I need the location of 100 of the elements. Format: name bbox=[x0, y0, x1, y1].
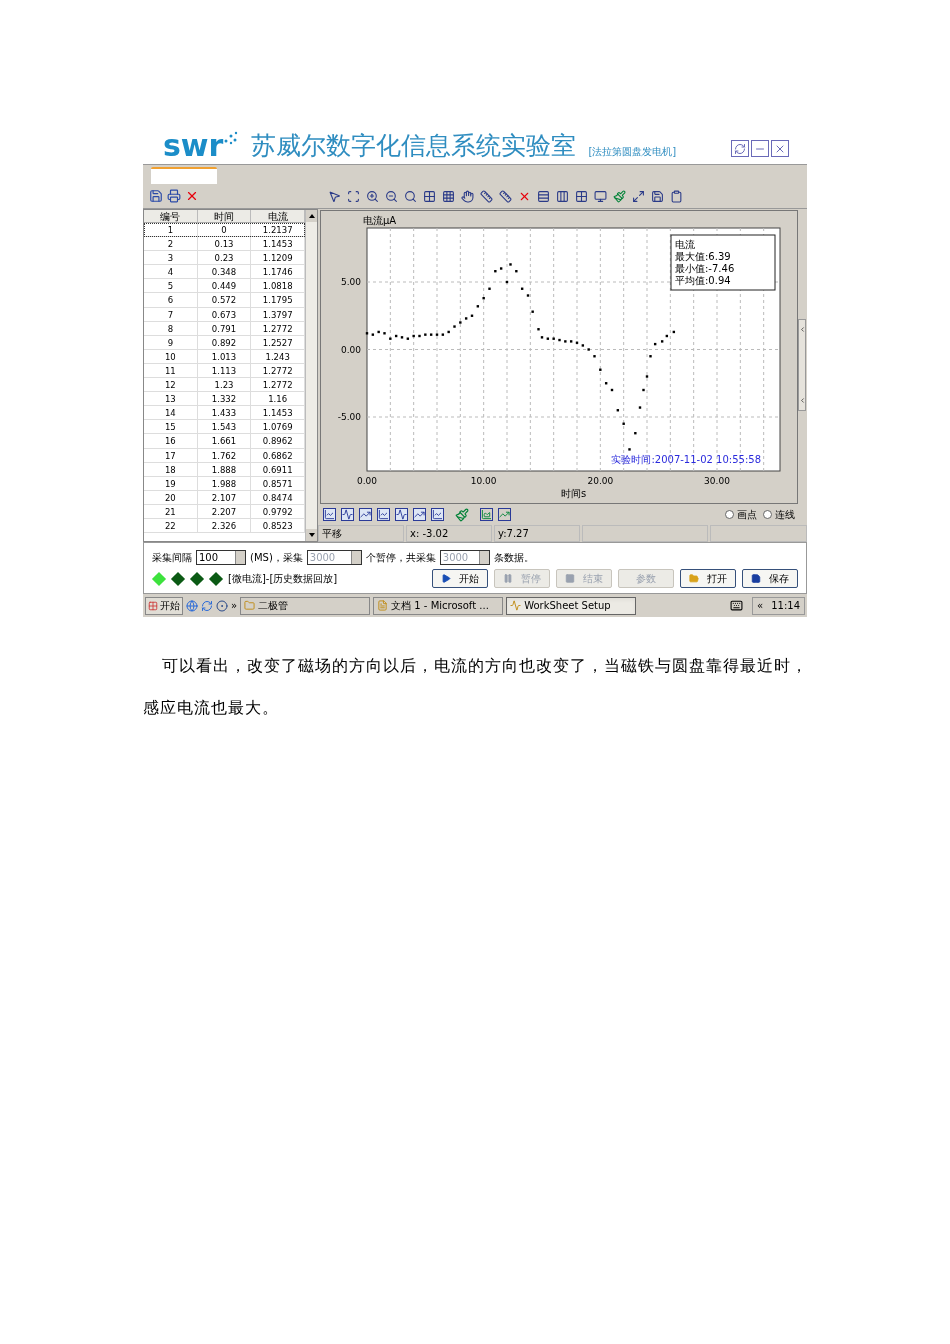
window-icon[interactable] bbox=[632, 189, 645, 203]
data-point bbox=[441, 333, 445, 336]
more-button[interactable]: » bbox=[231, 598, 238, 613]
hand-icon[interactable] bbox=[461, 189, 474, 203]
table-row[interactable]: 17 1.762 0.6862 bbox=[144, 448, 305, 463]
legend-text: 最小值:-7.46 bbox=[675, 263, 735, 274]
x-tick-label: 10.00 bbox=[470, 476, 497, 486]
table-row[interactable]: 12 1.23 1.2772 bbox=[144, 378, 305, 393]
save-icon[interactable] bbox=[149, 189, 163, 203]
toolbar-button[interactable]: 打开 bbox=[680, 569, 736, 588]
table-row[interactable]: 3 0.23 1.1209 bbox=[144, 251, 305, 266]
chart-style-icon[interactable] bbox=[341, 508, 354, 521]
splitter-handle[interactable] bbox=[798, 319, 806, 411]
refresh-icon[interactable] bbox=[201, 599, 213, 612]
table-row[interactable]: 5 0.449 1.0818 bbox=[144, 279, 305, 294]
chart-style-icon[interactable] bbox=[395, 508, 408, 521]
interval-field[interactable]: 100 bbox=[196, 549, 246, 565]
table-row[interactable]: 6 0.572 1.1795 bbox=[144, 293, 305, 308]
restore-button[interactable] bbox=[731, 140, 749, 157]
toolbar-button[interactable]: 开始 bbox=[432, 569, 488, 588]
columns-icon[interactable] bbox=[556, 189, 569, 203]
table-cell: 17 bbox=[144, 448, 198, 462]
table-cell: 0.673 bbox=[197, 307, 252, 321]
grid-icon[interactable] bbox=[423, 189, 436, 203]
table-row[interactable]: 16 1.661 0.8962 bbox=[144, 434, 305, 449]
tray-expand-button[interactable]: « bbox=[757, 598, 764, 613]
save-icon[interactable] bbox=[651, 189, 664, 203]
app-icon bbox=[510, 600, 522, 611]
keyboard-icon[interactable] bbox=[730, 599, 744, 612]
table-row[interactable]: 18 1.888 0.6911 bbox=[144, 462, 305, 477]
media-icon[interactable] bbox=[216, 599, 228, 612]
table-row[interactable]: 1 0 1.2137 bbox=[144, 223, 305, 238]
ruler-icon[interactable] bbox=[480, 189, 493, 203]
screen-icon[interactable] bbox=[594, 189, 607, 203]
radio-option[interactable]: 连线 bbox=[763, 507, 795, 522]
table-cell: 11 bbox=[144, 363, 198, 378]
table-cell: 6 bbox=[144, 293, 198, 307]
table-row[interactable]: 19 1.988 0.8571 bbox=[144, 476, 305, 491]
table-row[interactable]: 20 2.107 0.8474 bbox=[144, 490, 305, 505]
chevron-icon bbox=[798, 326, 806, 333]
taskbar-item[interactable]: 二极管 bbox=[240, 596, 371, 615]
scrollbar[interactable] bbox=[305, 210, 317, 541]
table-cell: 1.543 bbox=[197, 420, 252, 434]
table-cell: 3 bbox=[144, 251, 198, 265]
search-icon[interactable] bbox=[404, 189, 417, 203]
table-row[interactable]: 11 1.113 1.2772 bbox=[144, 363, 305, 379]
toolbar-button[interactable]: 保存 bbox=[742, 569, 798, 588]
area-chart-icon[interactable] bbox=[480, 508, 493, 521]
table-row[interactable]: 2 0.13 1.1453 bbox=[144, 237, 305, 252]
taskbar-item[interactable]: 文档 1 - Microsoft ... bbox=[373, 596, 504, 615]
close-button[interactable] bbox=[771, 140, 789, 157]
brush-icon[interactable] bbox=[613, 189, 626, 203]
column-header[interactable]: 编号 bbox=[144, 210, 198, 222]
zoom-in-icon[interactable] bbox=[366, 189, 379, 203]
radio-option[interactable]: 画点 bbox=[725, 507, 757, 522]
table-icon[interactable] bbox=[442, 189, 455, 203]
pointer-icon[interactable] bbox=[328, 189, 341, 203]
fit-icon[interactable] bbox=[347, 189, 360, 203]
ruler-icon[interactable] bbox=[499, 189, 512, 203]
table-row[interactable]: 15 1.543 1.0769 bbox=[144, 420, 305, 435]
zoom-out-icon[interactable] bbox=[385, 189, 398, 203]
data-point bbox=[488, 287, 491, 290]
brush-icon[interactable] bbox=[455, 507, 469, 522]
table-row[interactable]: 13 1.332 1.16 bbox=[144, 392, 305, 407]
data-point bbox=[587, 348, 590, 351]
chart-style-icon[interactable] bbox=[413, 508, 426, 521]
table-cell: 0.449 bbox=[197, 279, 252, 293]
table-row[interactable]: 10 1.013 1.243 bbox=[144, 349, 305, 364]
print-icon[interactable] bbox=[167, 189, 181, 203]
rows-icon[interactable] bbox=[537, 189, 550, 203]
mode-text: [微电流]-[历史数据回放] bbox=[228, 572, 338, 586]
table-cell: 22 bbox=[144, 518, 198, 533]
interval-label: 采集间隔 bbox=[152, 550, 192, 565]
table-row[interactable]: 21 2.207 0.9792 bbox=[144, 504, 305, 519]
table-row[interactable]: 14 1.433 1.1453 bbox=[144, 406, 305, 421]
data-point bbox=[604, 382, 608, 385]
table-row[interactable]: 4 0.348 1.1746 bbox=[144, 265, 305, 280]
table-row[interactable]: 22 2.326 0.8523 bbox=[144, 518, 305, 534]
dots-icon bbox=[223, 131, 240, 147]
start-button[interactable]: 开始 bbox=[145, 596, 183, 615]
clock: 11:14 bbox=[771, 599, 800, 613]
line-chart-icon[interactable] bbox=[498, 508, 511, 521]
chart-style-icon[interactable] bbox=[431, 508, 444, 521]
chart-style-icon[interactable] bbox=[323, 508, 336, 521]
table-row[interactable]: 9 0.892 1.2527 bbox=[144, 335, 305, 350]
chart-style-icon[interactable] bbox=[359, 508, 372, 521]
delete-icon[interactable] bbox=[185, 189, 199, 203]
table-row[interactable]: 8 0.791 1.2772 bbox=[144, 321, 305, 336]
clipboard-icon[interactable] bbox=[670, 189, 683, 203]
column-header[interactable]: 时间 bbox=[197, 210, 252, 222]
minimize-button[interactable] bbox=[751, 140, 769, 157]
save-icon bbox=[751, 573, 761, 584]
status-pane: x: -3.02 bbox=[406, 525, 492, 542]
data-point bbox=[546, 337, 550, 340]
globe-icon[interactable] bbox=[186, 599, 198, 612]
table-cell: 2 bbox=[144, 237, 198, 251]
grid-icon[interactable] bbox=[575, 189, 588, 203]
chart-style-icon[interactable] bbox=[377, 508, 390, 521]
taskbar-item[interactable]: WorkSheet Setup bbox=[506, 596, 637, 615]
table-row[interactable]: 7 0.673 1.3797 bbox=[144, 307, 305, 322]
